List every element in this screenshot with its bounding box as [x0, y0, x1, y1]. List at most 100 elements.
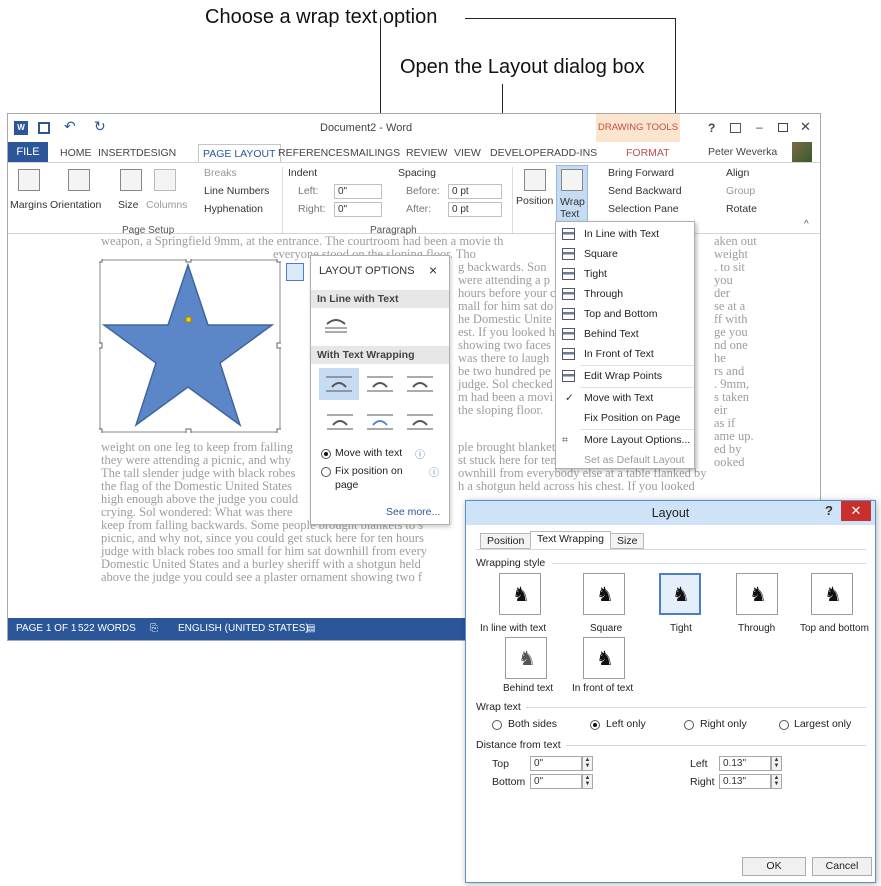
bottom-spinner[interactable]: ▲ ▼	[582, 774, 593, 789]
margins-icon[interactable]	[18, 169, 40, 191]
tab-file[interactable]: FILE	[8, 142, 48, 162]
collapse-ribbon-icon[interactable]: ^	[804, 219, 809, 230]
top-bottom-wrap-icon[interactable]	[327, 411, 353, 433]
tab-view[interactable]: VIEW	[450, 144, 485, 162]
close-button[interactable]: ✕	[800, 119, 811, 135]
in-front-icon[interactable]	[407, 411, 433, 433]
tab-review[interactable]: REVIEW	[402, 144, 451, 162]
tab-text-wrapping[interactable]: Text Wrapping	[530, 531, 611, 549]
margins-button[interactable]: Margins	[10, 199, 47, 211]
redo-icon[interactable]: ↻	[94, 118, 106, 135]
menu-item-edit-wrap-points[interactable]: Edit Wrap Points	[556, 366, 694, 386]
menu-item-move-with-text[interactable]: ✓ Move with Text	[556, 388, 694, 408]
ribbon-display-icon[interactable]	[730, 123, 741, 133]
group-button[interactable]: Group	[726, 185, 755, 197]
square-wrap-option[interactable]	[319, 368, 359, 400]
right-only-radio[interactable]	[684, 720, 694, 730]
right-input[interactable]: 0.13"	[719, 774, 771, 789]
before-input[interactable]: 0 pt	[448, 184, 502, 199]
line-numbers-button[interactable]: Line Numbers	[204, 185, 269, 197]
tab-design[interactable]: DESIGN	[132, 144, 180, 162]
tab-position[interactable]: Position	[480, 533, 532, 549]
save-icon[interactable]	[38, 122, 50, 134]
see-more-link[interactable]: See more...	[386, 506, 440, 518]
dialog-close-button[interactable]: ✕	[841, 501, 871, 521]
menu-item-tight[interactable]: Tight	[556, 264, 694, 284]
word-count[interactable]: 522 WORDS	[78, 618, 136, 640]
menu-item-more-layout-options[interactable]: ⌗ More Layout Options...	[556, 430, 694, 450]
tab-home[interactable]: HOME	[56, 144, 96, 162]
tab-size[interactable]: Size	[610, 533, 645, 549]
columns-icon[interactable]	[154, 169, 176, 191]
top-spinner[interactable]: ▲ ▼	[582, 756, 593, 771]
position-icon[interactable]	[524, 169, 546, 191]
maximize-button[interactable]	[778, 123, 788, 132]
tab-page-layout[interactable]: PAGE LAYOUT	[198, 144, 281, 162]
right-spinner[interactable]: ▲ ▼	[771, 774, 782, 789]
menu-item-fix-position[interactable]: Fix Position on Page	[556, 408, 694, 428]
tab-mailings[interactable]: MAILINGS	[346, 144, 404, 162]
both-sides-radio[interactable]	[492, 720, 502, 730]
orientation-button[interactable]: Orientation	[50, 199, 101, 211]
style-tight-option[interactable]: ♞	[659, 573, 701, 615]
bottom-input[interactable]: 0"	[530, 774, 582, 789]
proofing-icon[interactable]: ⎘	[150, 618, 158, 640]
cancel-button[interactable]: Cancel	[812, 857, 872, 876]
hyphenation-button[interactable]: Hyphenation	[204, 203, 263, 215]
largest-only-radio[interactable]	[779, 720, 789, 730]
behind-text-icon[interactable]	[367, 411, 393, 433]
user-name[interactable]: Peter Weverka	[708, 146, 777, 158]
menu-item-square[interactable]: Square	[556, 244, 694, 264]
undo-icon[interactable]: ↶	[64, 118, 76, 135]
indent-right-input[interactable]: 0"	[334, 202, 382, 217]
left-input[interactable]: 0.13"	[719, 756, 771, 771]
orientation-icon[interactable]	[68, 169, 90, 191]
left-spinner[interactable]: ▲ ▼	[771, 756, 782, 771]
send-backward-button[interactable]: Send Backward	[608, 185, 682, 197]
tab-add-ins[interactable]: ADD-INS	[550, 144, 601, 162]
breaks-button[interactable]: Breaks	[204, 167, 237, 179]
dialog-help-button[interactable]: ?	[825, 503, 833, 518]
layout-options-button[interactable]	[286, 263, 304, 281]
through-wrap-icon[interactable]	[407, 373, 433, 395]
tab-developer[interactable]: DEVELOPER	[486, 144, 558, 162]
columns-button[interactable]: Columns	[146, 199, 187, 211]
menu-item-through[interactable]: Through	[556, 284, 694, 304]
left-only-radio[interactable]	[590, 720, 600, 730]
style-behind-option[interactable]: ♞	[505, 637, 547, 679]
language[interactable]: ENGLISH (UNITED STATES)	[178, 618, 309, 640]
menu-item-behind[interactable]: Behind Text	[556, 324, 694, 344]
macro-icon[interactable]: ▤	[306, 618, 315, 640]
indent-left-input[interactable]: 0"	[334, 184, 382, 199]
size-button[interactable]: Size	[118, 199, 138, 211]
tab-references[interactable]: REFERENCES	[274, 144, 354, 162]
style-square-option[interactable]: ♞	[583, 573, 625, 615]
tab-format[interactable]: FORMAT	[622, 144, 674, 162]
rotate-button[interactable]: Rotate	[726, 203, 757, 215]
inline-wrap-icon[interactable]	[323, 316, 349, 338]
style-through-option[interactable]: ♞	[736, 573, 778, 615]
menu-item-top-bottom[interactable]: Top and Bottom	[556, 304, 694, 324]
move-with-text-radio[interactable]	[321, 449, 331, 459]
style-in-line-option[interactable]: ♞	[499, 573, 541, 615]
top-input[interactable]: 0"	[530, 756, 582, 771]
wrap-text-button[interactable]: Wrap Text	[556, 165, 588, 223]
style-top-bottom-option[interactable]: ♞	[811, 573, 853, 615]
align-button[interactable]: Align	[726, 167, 749, 179]
ok-button[interactable]: OK	[742, 857, 806, 876]
minimize-button[interactable]: –	[756, 120, 763, 134]
selection-pane-button[interactable]: Selection Pane	[608, 203, 679, 215]
help-button[interactable]: ?	[708, 121, 715, 135]
fix-position-radio[interactable]	[321, 467, 331, 477]
avatar[interactable]	[792, 142, 812, 162]
star-shape[interactable]	[99, 259, 281, 433]
bring-forward-button[interactable]: Bring Forward	[608, 167, 674, 179]
menu-item-set-default[interactable]: Set as Default Layout	[556, 450, 694, 470]
menu-item-in-line[interactable]: In Line with Text	[556, 224, 694, 244]
page-count[interactable]: PAGE 1 OF 1	[16, 618, 76, 640]
tight-wrap-icon[interactable]	[367, 373, 393, 395]
after-input[interactable]: 0 pt	[448, 202, 502, 217]
style-in-front-option[interactable]: ♞	[583, 637, 625, 679]
position-button[interactable]: Position	[516, 195, 553, 207]
menu-item-in-front[interactable]: In Front of Text	[556, 344, 694, 364]
